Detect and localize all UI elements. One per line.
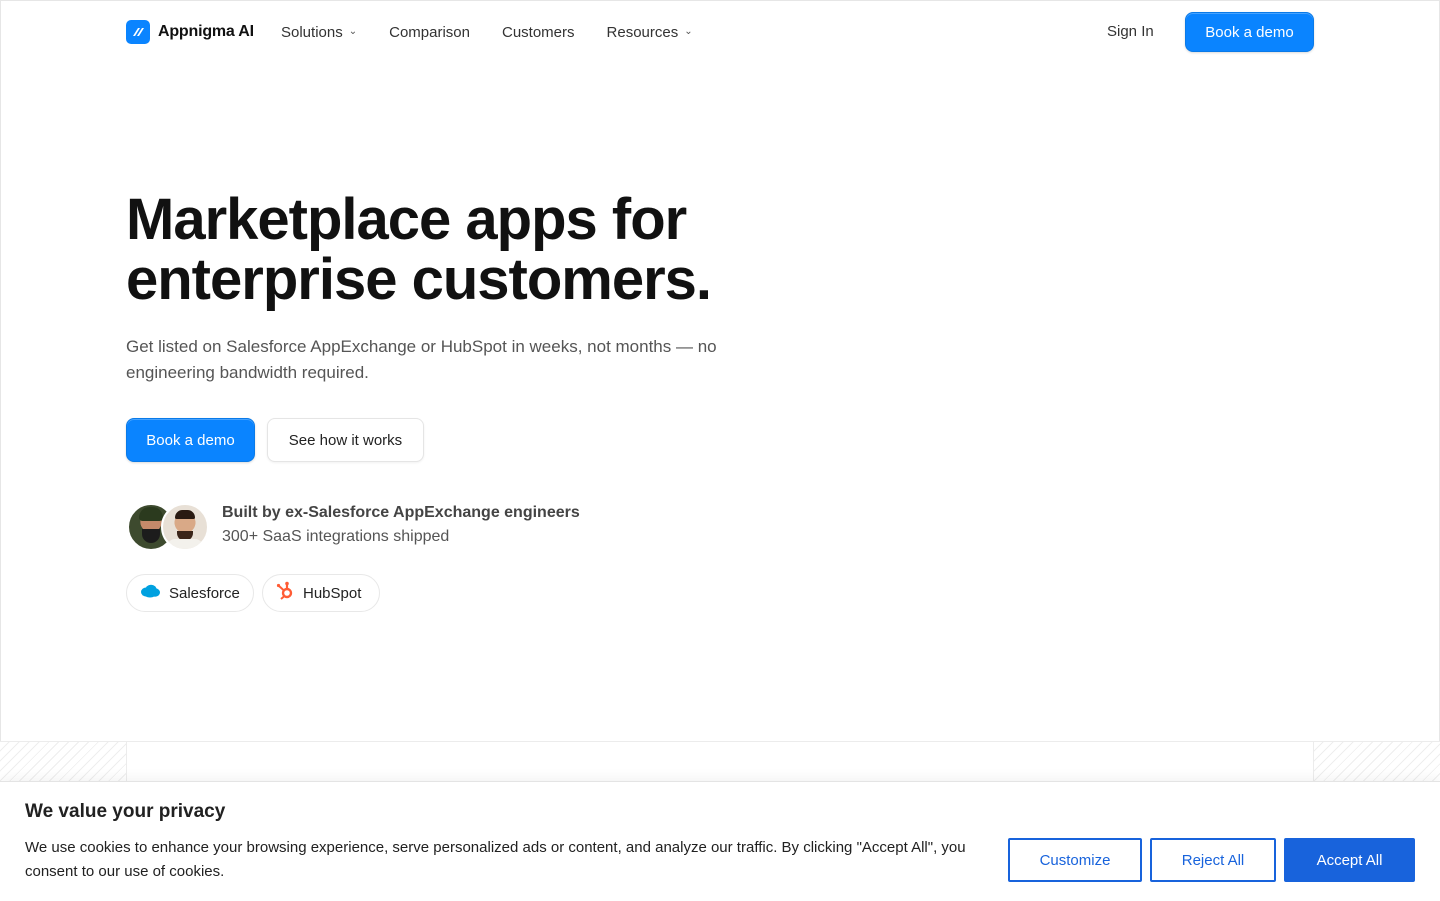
founder-avatars bbox=[127, 503, 211, 551]
cookie-banner-text: We use cookies to enhance your browsing … bbox=[25, 839, 966, 880]
chevron-down-icon: ⌄ bbox=[348, 26, 358, 37]
platform-badge-hubspot: HubSpot bbox=[262, 574, 380, 612]
credibility-subtitle: 300+ SaaS integrations shipped bbox=[222, 528, 450, 545]
nav-item-solutions[interactable]: Solutions ⌄ bbox=[281, 24, 357, 41]
cookie-reject-all-button[interactable]: Reject All bbox=[1150, 838, 1276, 882]
hatch-pattern-left bbox=[0, 742, 127, 782]
hubspot-sprocket-icon bbox=[275, 581, 295, 605]
top-navigation: Appnigma AI Solutions ⌄ Comparison Custo… bbox=[0, 0, 1440, 64]
nav-item-label: Solutions bbox=[281, 23, 343, 41]
avatar bbox=[161, 503, 209, 551]
credibility-title: Built by ex-Salesforce AppExchange engin… bbox=[222, 504, 580, 521]
hero-headline-line-2: enterprise customers. bbox=[126, 247, 712, 312]
platform-badge-salesforce: Salesforce bbox=[126, 574, 254, 612]
salesforce-cloud-icon bbox=[139, 583, 161, 603]
section-divider bbox=[0, 741, 1440, 742]
brand-logo[interactable]: Appnigma AI bbox=[126, 20, 254, 44]
hero-book-demo-button[interactable]: Book a demo bbox=[126, 418, 255, 462]
brand-name: Appnigma AI bbox=[158, 23, 254, 40]
nav-book-demo-button[interactable]: Book a demo bbox=[1185, 12, 1314, 52]
platform-label: Salesforce bbox=[169, 584, 240, 602]
cookie-accept-all-button[interactable]: Accept All bbox=[1284, 838, 1415, 882]
cookie-consent-banner: We value your privacy We use cookies to … bbox=[0, 781, 1440, 901]
hatch-pattern-right bbox=[1313, 742, 1440, 782]
platform-label: HubSpot bbox=[303, 584, 362, 602]
cookie-banner-title: We value your privacy bbox=[25, 801, 226, 822]
hero-headline-line-1: Marketplace apps for bbox=[126, 187, 687, 252]
nav-item-comparison[interactable]: Comparison bbox=[389, 24, 470, 41]
nav-item-label: Comparison bbox=[389, 23, 470, 41]
cookie-customize-button[interactable]: Customize bbox=[1008, 838, 1142, 882]
nav-item-label: Customers bbox=[501, 23, 575, 41]
brand-logo-icon bbox=[126, 20, 150, 44]
sign-in-link[interactable]: Sign In bbox=[1107, 20, 1154, 44]
nav-item-customers[interactable]: Customers bbox=[502, 24, 575, 41]
chevron-down-icon: ⌄ bbox=[684, 26, 693, 37]
see-how-it-works-button[interactable]: See how it works bbox=[267, 418, 424, 462]
nav-links: Solutions ⌄ Comparison Customers Resourc… bbox=[281, 20, 693, 44]
nav-item-resources[interactable]: Resources ⌄ bbox=[607, 24, 693, 41]
hero-headline: Marketplace apps for enterprise customer… bbox=[126, 190, 766, 310]
hero-subhead: Get listed on Salesforce AppExchange or … bbox=[126, 337, 717, 382]
nav-item-label: Resources bbox=[606, 23, 679, 41]
